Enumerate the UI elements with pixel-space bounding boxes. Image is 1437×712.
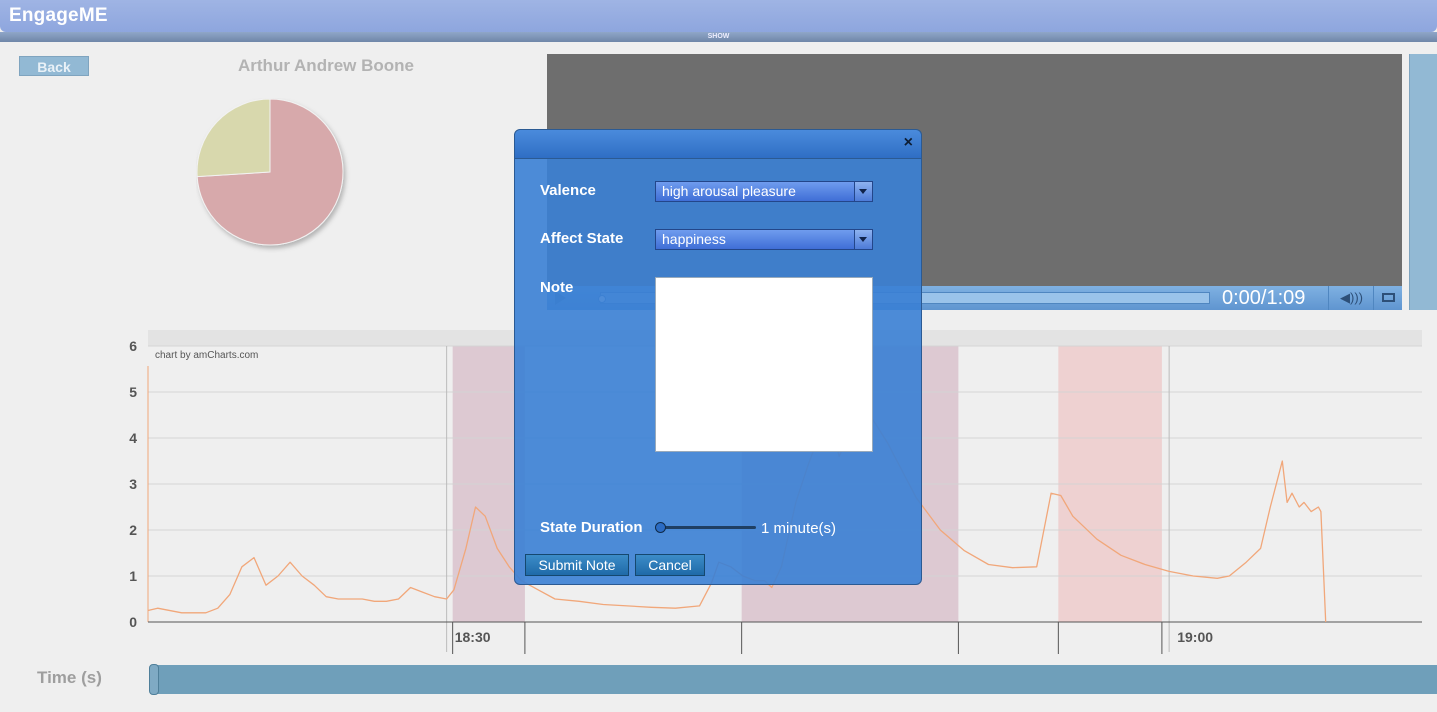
chevron-down-icon[interactable] [854,230,872,249]
valence-select-value: high arousal pleasure [662,183,796,199]
y-tick-label: 1 [129,568,137,584]
y-tick-label: 3 [129,476,137,492]
time-slider-knob[interactable] [149,664,159,695]
fullscreen-icon[interactable] [1373,286,1403,310]
person-name: Arthur Andrew Boone [238,56,414,75]
y-tick-label: 6 [129,338,137,354]
affect-state-select[interactable]: happiness [655,229,873,250]
volume-icon[interactable]: ◀))) [1328,286,1374,310]
app-header: EngageME [0,0,1437,32]
note-label: Note [540,279,574,296]
cancel-button[interactable]: Cancel [635,554,705,576]
pie-slice-1 [196,98,271,178]
state-duration-knob[interactable] [655,522,666,533]
side-panel-scrollbar[interactable] [1409,54,1437,310]
chevron-down-icon[interactable] [854,182,872,201]
y-tick-label: 2 [129,522,137,538]
state-duration-value: 1 minute(s) [761,520,837,537]
affect-state-label: Affect State [540,230,624,247]
note-textarea[interactable] [655,277,873,452]
app-title: EngageME [9,5,108,26]
show-toggle-bar[interactable]: SHOW [0,32,1437,42]
y-tick-label: 5 [129,384,137,400]
time-slider[interactable] [149,664,1437,695]
time-axis-label: Time (s) [37,668,102,687]
dialog-titlebar[interactable]: × [515,130,921,159]
y-tick-label: 0 [129,614,137,630]
note-dialog: × Valence high arousal pleasure Affect S… [514,129,922,585]
show-label[interactable]: SHOW [0,32,1437,42]
affect-pie-chart [196,98,344,246]
valence-select[interactable]: high arousal pleasure [655,181,873,202]
affect-state-select-value: happiness [662,231,726,247]
video-time-display: 0:00/1:09 [1222,287,1306,309]
submit-note-button[interactable]: Submit Note [525,554,629,576]
state-duration-label: State Duration [540,519,643,536]
close-icon[interactable]: × [904,134,913,152]
chart-watermark[interactable]: chart by amCharts.com [155,350,258,361]
x-tick-label: 19:00 [1177,629,1213,645]
y-tick-label: 4 [129,430,137,446]
valence-label: Valence [540,182,596,199]
back-button[interactable]: Back [19,56,89,76]
x-tick-label: 18:30 [455,629,491,645]
state-duration-slider[interactable] [655,522,756,533]
